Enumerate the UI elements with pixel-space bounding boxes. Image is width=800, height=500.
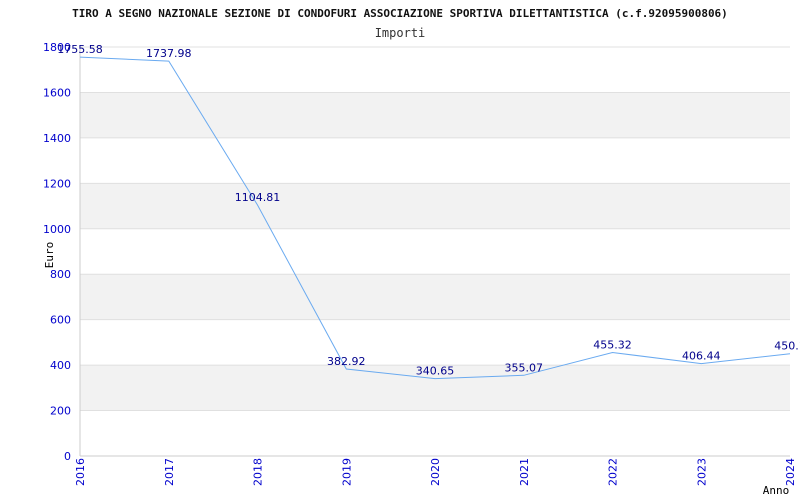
data-label: 382.92 — [327, 355, 366, 368]
x-axis-ticks: 2016 2017 2018 2019 2020 2021 2022 2023 2024 — [74, 458, 797, 486]
plot-band — [80, 92, 790, 138]
x-tick-label: 2017 — [163, 458, 176, 486]
y-axis-label: Euro — [43, 242, 56, 269]
x-tick-label: 2019 — [340, 458, 353, 486]
x-tick-label: 2020 — [429, 458, 442, 486]
x-tick-label: 2024 — [784, 458, 797, 486]
y-tick-label: 200 — [50, 405, 71, 418]
data-label: 355.07 — [505, 361, 544, 374]
y-tick-label: 600 — [50, 314, 71, 327]
data-label: 1755.58 — [57, 43, 103, 56]
y-tick-label: 1000 — [43, 223, 71, 236]
data-label: 1104.81 — [235, 191, 281, 204]
y-tick-label: 1400 — [43, 132, 71, 145]
x-tick-label: 2018 — [252, 458, 265, 486]
plot-bands — [80, 92, 790, 411]
chart-subtitle: Importi — [375, 26, 426, 40]
y-tick-label: 0 — [64, 450, 71, 463]
plot-band — [80, 274, 790, 320]
y-tick-label: 1200 — [43, 177, 71, 190]
x-tick-label: 2021 — [518, 458, 531, 486]
y-tick-label: 1600 — [43, 86, 71, 99]
x-tick-label: 2022 — [607, 458, 620, 486]
x-tick-label: 2023 — [695, 458, 708, 486]
data-label: 455.32 — [593, 339, 632, 352]
chart: TIRO A SEGNO NAZIONALE SEZIONE DI CONDOF… — [43, 7, 800, 497]
data-label: 406.44 — [682, 350, 721, 363]
x-axis-label: Anno — [763, 484, 790, 497]
data-label: 450.1 — [774, 340, 800, 353]
y-tick-label: 800 — [50, 268, 71, 281]
chart-title: TIRO A SEGNO NAZIONALE SEZIONE DI CONDOF… — [72, 7, 728, 20]
y-tick-label: 400 — [50, 359, 71, 372]
x-tick-label: 2016 — [74, 458, 87, 486]
data-label: 1737.98 — [146, 47, 192, 60]
data-label: 340.65 — [416, 365, 455, 378]
plot-band — [80, 183, 790, 229]
